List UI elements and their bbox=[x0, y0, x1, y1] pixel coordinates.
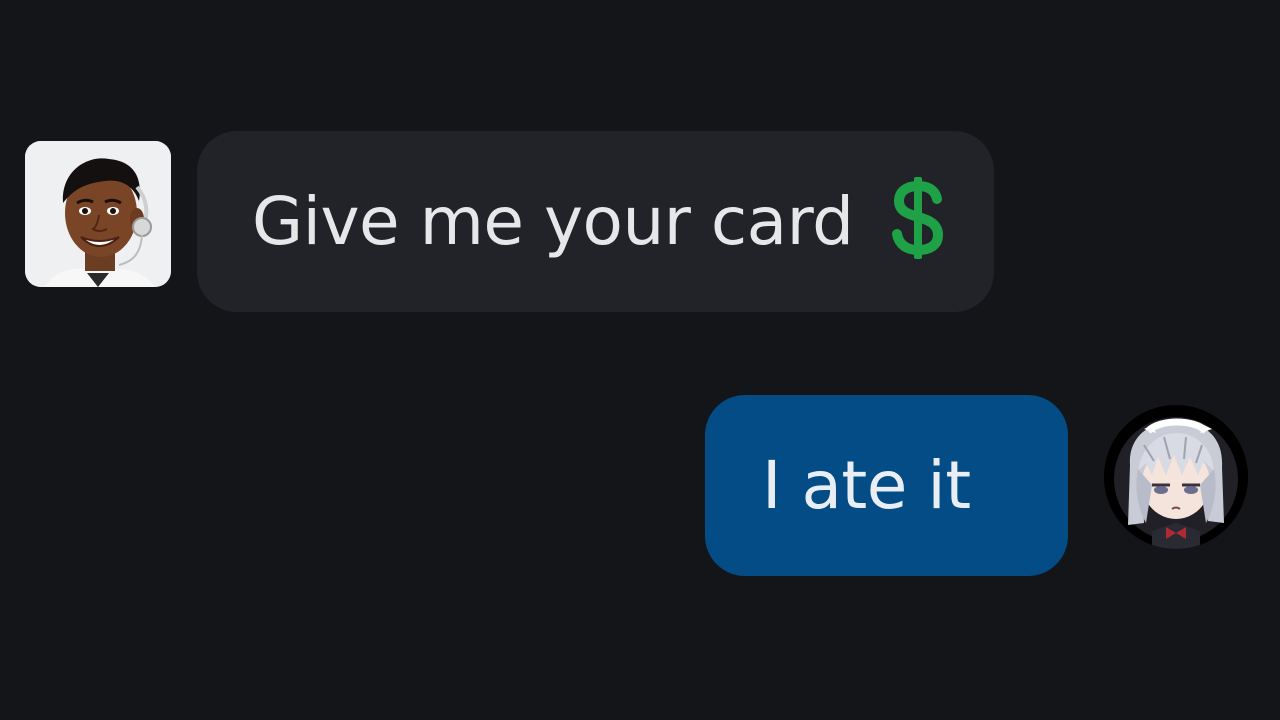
incoming-message-text: Give me your card bbox=[252, 183, 854, 260]
user-avatar[interactable] bbox=[1104, 405, 1248, 549]
support-agent-avatar-image bbox=[25, 141, 171, 287]
anime-maid-avatar-image bbox=[1104, 405, 1248, 549]
sender-avatar[interactable] bbox=[25, 141, 171, 287]
outgoing-message-text: I ate it bbox=[762, 447, 971, 524]
outgoing-message-bubble[interactable]: I ate it bbox=[705, 395, 1068, 576]
chat-view: Give me your card I ate it bbox=[0, 0, 1280, 720]
incoming-message-bubble[interactable]: Give me your card bbox=[197, 131, 994, 312]
dollar-sign-icon bbox=[892, 176, 944, 259]
